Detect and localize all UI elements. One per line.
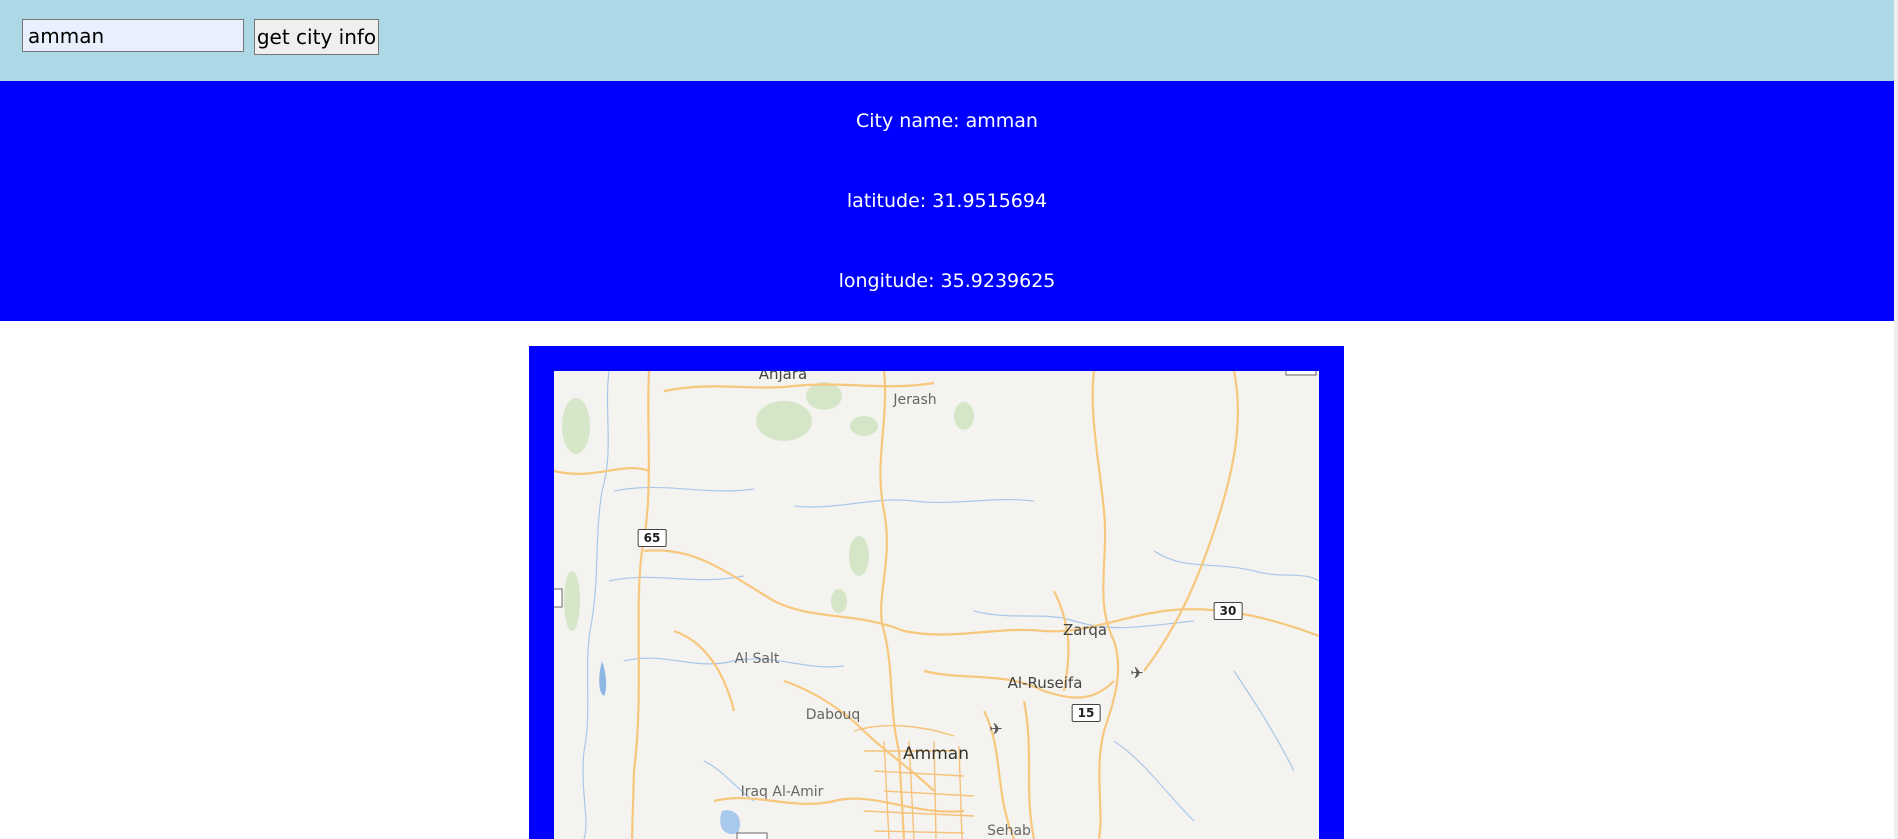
airport-icon: ✈ [1130,663,1144,683]
latitude-text: latitude: 31.9515694 [846,190,1048,212]
map-label-iraq-al-amir: Iraq Al-Amir [740,784,824,800]
city-name-text: City name: amman [856,110,1038,132]
map-label-amman: Amman [903,744,969,764]
airport-icon: ✈ [989,719,1003,739]
map-label-al-salt: Al Salt [734,651,780,667]
longitude-text: longitude: 35.9239625 [838,270,1056,292]
city-search-input[interactable] [22,19,244,52]
route-shield-65: 65 [637,529,667,547]
city-info-panel: City name: amman latitude: 31.9515694 lo… [0,81,1894,321]
map-label-anjara: Anjara [758,371,808,383]
map-label-jerash: Jerash [893,392,937,408]
map-label-zarqa: Zarqa [1062,621,1108,639]
city-map[interactable]: Anjara Jerash Zarqa Al Salt Al-Ruseifa D… [554,371,1319,839]
map-frame: Anjara Jerash Zarqa Al Salt Al-Ruseifa D… [529,346,1344,839]
top-bar: get city info [0,0,1898,81]
map-label-dabouq: Dabouq [805,707,861,723]
get-city-info-button[interactable]: get city info [254,19,379,55]
map-terrain [554,371,1319,839]
map-label-al-ruseifa: Al-Ruseifa [1007,674,1083,692]
map-label-sehab: Sehab [987,823,1031,839]
page-edge-divider [1894,0,1898,839]
route-shield-30: 30 [1213,602,1243,620]
route-shield-15: 15 [1071,704,1101,722]
